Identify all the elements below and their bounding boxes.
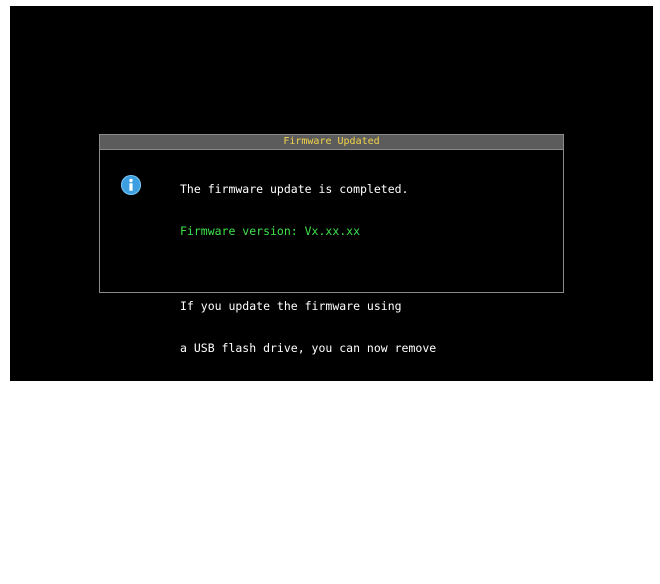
activate-text-2a: to turn OFF and press [ <box>180 500 340 514</box>
activate-text-1b: ] <box>474 458 482 472</box>
usb-message-line-3: the USB flash drive from the USB connect… <box>180 383 478 397</box>
power-icon <box>464 459 474 470</box>
dialog-message: The firmware update is completed. Firmwa… <box>180 154 560 584</box>
activate-text-1a: To activate the updated firmware, press … <box>180 458 464 472</box>
activate-text-2b: ] again to restart <box>350 500 475 514</box>
power-icon <box>340 501 350 512</box>
dialog-title: Firmware Updated <box>100 135 563 150</box>
activate-message-line-1: To activate the updated firmware, press … <box>180 458 560 472</box>
info-icon <box>121 175 141 195</box>
usb-message-line-2: a USB flash drive, you can now remove <box>180 341 437 355</box>
usb-message-line-1: If you update the firmware using <box>180 299 402 313</box>
completed-message: The firmware update is completed. <box>180 182 409 196</box>
activate-message-line-3: the transceiver. <box>180 542 291 556</box>
firmware-version: Firmware version: Vx.xx.xx <box>180 224 361 238</box>
device-screen: Firmware Updated The firmware update is … <box>10 6 653 556</box>
firmware-updated-dialog: Firmware Updated The firmware update is … <box>99 134 564 556</box>
activate-message-line-2: to turn OFF and press [ ] again to restar… <box>180 500 560 514</box>
